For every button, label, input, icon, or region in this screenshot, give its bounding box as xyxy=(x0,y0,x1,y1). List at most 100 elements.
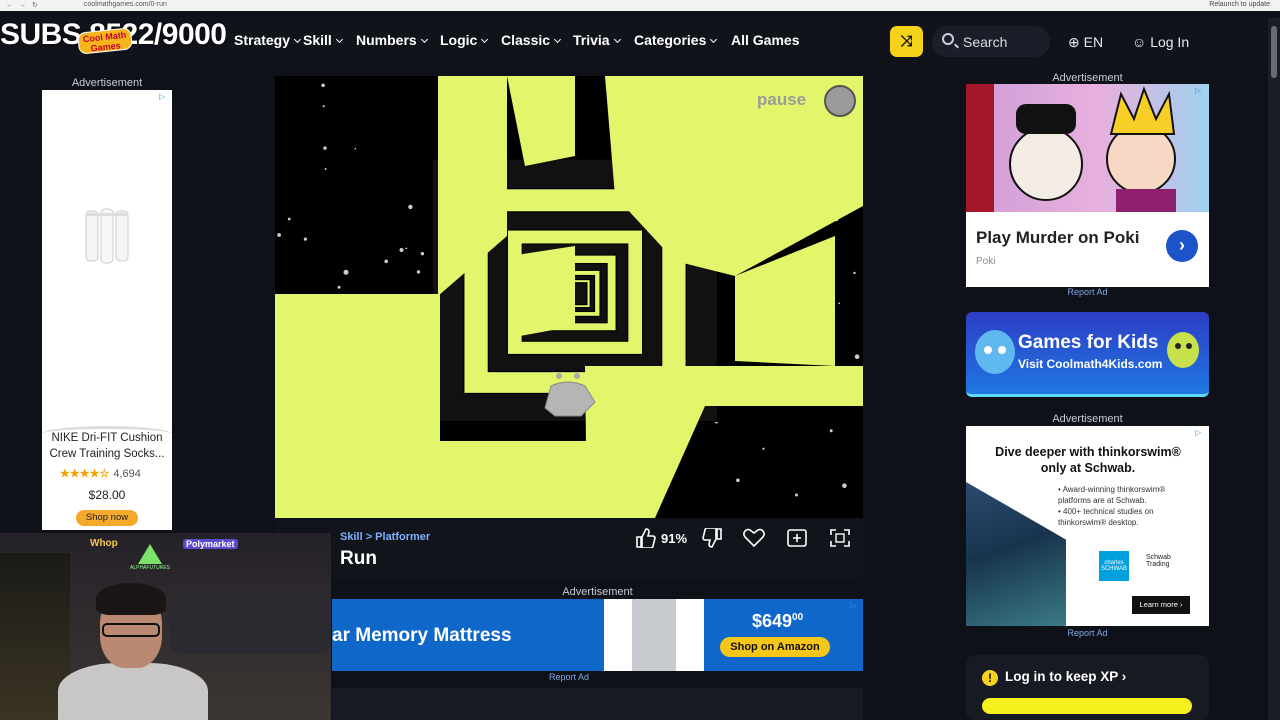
whop-logo: Whop xyxy=(90,538,118,549)
heart-icon[interactable] xyxy=(743,528,765,548)
ad-label: Advertisement xyxy=(71,77,143,89)
webcam-couch xyxy=(170,593,331,653)
shop-now-button[interactable]: Shop now xyxy=(76,510,138,526)
page-scrollbar[interactable] xyxy=(1268,18,1280,720)
sponsor-logos: Whop ALPHAFUTURES Polymarket xyxy=(90,536,240,576)
learn-more-button[interactable]: Learn more › xyxy=(1132,596,1190,614)
ad-price: $64900 xyxy=(752,611,804,631)
review-count: 4,694 xyxy=(113,468,141,480)
pause-button[interactable] xyxy=(824,85,856,117)
product-price: $28.00 xyxy=(88,488,126,502)
like-percentage: 91% xyxy=(661,531,688,546)
ad-label: Advertisement xyxy=(562,586,633,598)
nav-logic[interactable]: Logic xyxy=(440,32,489,48)
kids-banner-subtitle: Visit Coolmath4Kids.com xyxy=(1018,357,1163,371)
login-xp-card[interactable]: ! Log in to keep XP › xyxy=(966,655,1209,720)
alien-character xyxy=(544,373,596,417)
breadcrumb: Skill > Platformer xyxy=(340,531,430,543)
chevron-down-icon xyxy=(554,35,562,44)
game-title: Run xyxy=(340,548,377,569)
alphafutures-logo xyxy=(138,544,162,564)
login-label: Log In xyxy=(1150,34,1190,50)
nav-numbers[interactable]: Numbers xyxy=(356,32,428,48)
product-rating: ★★★★☆ 4,694 xyxy=(60,467,141,480)
poki-ad[interactable]: ▷ Play Murder on Poki Poki › xyxy=(966,84,1209,287)
nav-categories[interactable]: Categories xyxy=(634,32,718,48)
scrollbar-thumb[interactable] xyxy=(1271,26,1277,78)
warning-icon: ! xyxy=(982,670,998,686)
schwab-bullets: • Award-winning thinkorswim® platforms a… xyxy=(1058,484,1188,528)
games-for-kids-banner[interactable]: Games for Kids Visit Coolmath4Kids.com xyxy=(966,312,1209,397)
login-xp-text[interactable]: Log in to keep XP › xyxy=(1005,669,1126,684)
shuffle-icon: ⤨ xyxy=(900,33,913,50)
browser-nav-icons[interactable]: ←→↻ xyxy=(6,1,44,9)
schwab-trading-logo: Schwab Trading xyxy=(1146,554,1171,568)
nav-classic[interactable]: Classic xyxy=(501,32,562,48)
related-games-strip[interactable] xyxy=(332,688,863,720)
adchoices-icon[interactable]: ▷ xyxy=(159,92,169,102)
tunnel-scene xyxy=(275,76,863,518)
report-ad-link[interactable]: Report Ad xyxy=(966,287,1209,297)
chevron-down-icon xyxy=(420,35,428,44)
product-name[interactable]: NIKE Dri-FIT Cushion Crew Training Socks… xyxy=(46,430,168,462)
adchoices-icon[interactable]: ▷ xyxy=(850,601,860,611)
login-xp-button[interactable] xyxy=(982,698,1192,714)
nav-skill[interactable]: Skill xyxy=(303,32,343,48)
user-icon: ☺ xyxy=(1132,34,1151,50)
report-ad-link[interactable]: Report Ad xyxy=(966,628,1209,638)
schwab-bullet: • Award-winning thinkorswim® platforms a… xyxy=(1058,485,1166,505)
schwab-bullet: • 400+ technical studies on thinkorswim®… xyxy=(1058,507,1154,527)
adchoices-icon[interactable]: ▷ xyxy=(1195,428,1205,438)
search-input[interactable]: Search xyxy=(932,26,1050,57)
webcam-person-glasses xyxy=(102,623,160,637)
shuffle-button[interactable]: ⤨ xyxy=(890,26,923,57)
language-label: EN xyxy=(1083,34,1104,50)
chevron-down-icon xyxy=(613,35,621,44)
rating-stars: ★★★★☆ xyxy=(60,468,110,480)
chevron-down-icon xyxy=(710,35,718,44)
webcam-person-body xyxy=(58,663,208,720)
poki-ad-source: Poki xyxy=(976,256,996,267)
thumbs-up-icon[interactable] xyxy=(634,528,656,548)
report-ad-link[interactable]: Report Ad xyxy=(332,672,806,682)
game-canvas[interactable]: pause xyxy=(275,76,863,518)
nav-strategy[interactable]: Strategy xyxy=(234,32,302,48)
webcam-person-hair xyxy=(96,583,166,615)
socks-image xyxy=(85,208,129,264)
browser-toolbar: ←→↻ coolmathgames.com/0-run Relaunch to … xyxy=(0,0,1280,11)
breadcrumb-platformer[interactable]: Platformer xyxy=(375,531,430,543)
relaunch-button[interactable]: Relaunch to update xyxy=(1209,1,1270,8)
polymarket-logo: Polymarket xyxy=(183,539,238,549)
search-icon xyxy=(942,33,954,45)
pause-label[interactable]: pause xyxy=(757,90,806,110)
schwab-ad[interactable]: ▷ Dive deeper with thinkorswim® only at … xyxy=(966,426,1209,626)
language-selector[interactable]: ⊕ EN xyxy=(1068,34,1103,51)
chevron-down-icon xyxy=(293,35,302,44)
address-bar[interactable]: coolmathgames.com/0-run xyxy=(84,1,167,8)
login-button[interactable]: ☺ Log In xyxy=(1132,34,1189,50)
chevron-right-icon[interactable]: › xyxy=(1166,230,1198,262)
ad-label: Advertisement xyxy=(1052,72,1123,84)
mattress-ad[interactable]: ▷ ar Memory Mattress $64900 Shop on Amaz… xyxy=(332,599,863,671)
shop-on-amazon-button[interactable]: Shop on Amazon xyxy=(720,637,830,657)
alien-mascot-icon xyxy=(1167,332,1199,368)
breadcrumb-skill[interactable]: Skill xyxy=(340,531,363,543)
add-playlist-icon[interactable] xyxy=(786,528,808,548)
poki-ad-title: Play Murder on Poki xyxy=(976,228,1140,247)
breadcrumb-separator: > xyxy=(365,531,376,543)
left-ad[interactable]: ▷ NIKE Dri-FIT Cushion Crew Training Soc… xyxy=(42,90,172,530)
schwab-logo: charles SCHWAB xyxy=(1099,551,1129,581)
search-placeholder: Search xyxy=(963,34,1008,50)
ad-label: Advertisement xyxy=(1052,413,1123,425)
nav-trivia[interactable]: Trivia xyxy=(573,32,621,48)
fullscreen-icon[interactable] xyxy=(829,528,851,548)
nav-all-games[interactable]: All Games xyxy=(731,32,799,48)
chevron-down-icon xyxy=(481,35,489,44)
thumbs-down-icon[interactable] xyxy=(702,528,724,548)
mattress-image-detail xyxy=(632,599,676,671)
kids-banner-title: Games for Kids xyxy=(1018,332,1159,353)
trading-desk-image xyxy=(966,482,1066,626)
octopus-mascot-icon xyxy=(975,330,1015,374)
poki-ad-art xyxy=(966,84,1209,212)
adchoices-icon[interactable]: ▷ xyxy=(1195,86,1205,96)
